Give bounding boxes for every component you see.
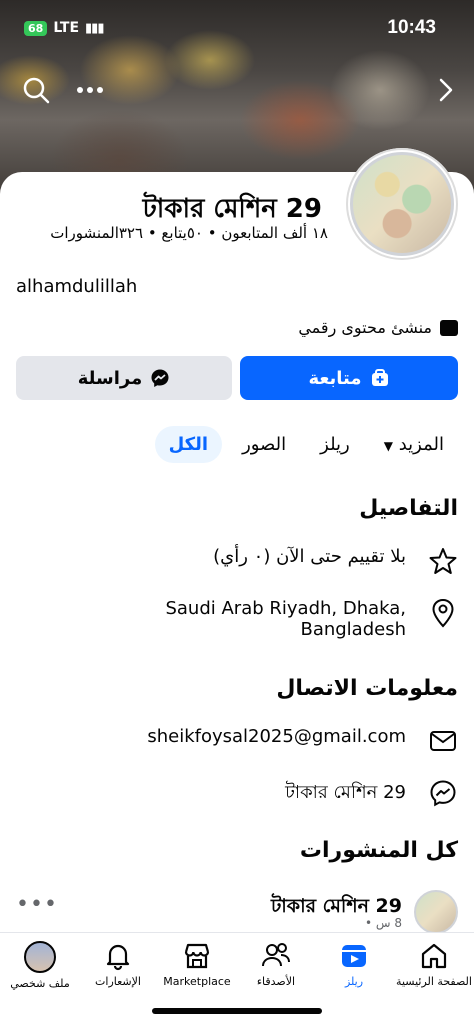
status-bar: 68 LTE ▮▮▮ 10:43 <box>0 0 474 56</box>
avatar[interactable] <box>346 148 458 260</box>
nav-reels[interactable]: ريلز <box>314 941 394 988</box>
rating-row[interactable]: بلا تقييم حتى الآن (٠ رأي) <box>213 546 458 576</box>
location-pin-icon <box>428 598 458 628</box>
profile-tabs: الكل الصور ريلز المزيد ▼ <box>154 426 458 463</box>
follow-label: متابعة <box>308 367 362 389</box>
profile-category: منشئ محتوى رقمي <box>298 318 458 337</box>
location-text: Saudi Arab Riyadh, Dhaka, Bangladesh <box>165 598 406 640</box>
post-avatar[interactable] <box>414 890 458 934</box>
profile-avatar-icon <box>24 941 56 973</box>
tab-photos[interactable]: الصور <box>228 426 300 463</box>
search-icon[interactable] <box>18 72 54 108</box>
email-icon <box>428 726 458 756</box>
bell-icon <box>106 944 130 971</box>
home-icon <box>421 943 447 969</box>
post-meta: 8 س • <box>365 916 402 930</box>
network-label: LTE <box>53 20 80 36</box>
messenger-row[interactable]: টাকার মেশিন 29 <box>285 778 458 809</box>
home-indicator <box>152 1008 322 1014</box>
rating-text: بلا تقييم حتى الآن (٠ رأي) <box>213 546 406 567</box>
chevron-right-icon[interactable] <box>428 72 464 108</box>
nav-home[interactable]: الصفحة الرئيسية <box>394 941 474 988</box>
tab-more[interactable]: المزيد ▼ <box>370 426 458 463</box>
nav-friends[interactable]: الأصدقاء <box>236 941 316 988</box>
profile-stats[interactable]: ١٨ ألف المتابعون • ٥٠يتابع • ٣٢٦المنشورا… <box>50 224 328 242</box>
message-label: مراسلة <box>77 367 143 389</box>
category-icon <box>440 319 458 336</box>
tab-all[interactable]: الكل <box>154 426 223 463</box>
nav-marketplace[interactable]: Marketplace <box>157 941 237 988</box>
follow-icon <box>371 369 388 386</box>
contact-title: معلومات الاتصال <box>276 676 458 701</box>
posts-title: كل المنشورات <box>299 838 458 863</box>
follow-button[interactable]: متابعة <box>240 356 458 400</box>
caret-down-icon: ▼ <box>383 439 393 453</box>
message-button[interactable]: مراسلة <box>16 356 232 400</box>
star-icon <box>428 546 458 576</box>
profile-bio: alhamdulillah <box>16 276 138 297</box>
email-text: sheikfoysal2025@gmail.com <box>147 726 406 747</box>
marketplace-icon <box>184 943 210 969</box>
post-more-icon[interactable]: ••• <box>16 892 58 917</box>
reels-icon <box>342 945 366 967</box>
email-row[interactable]: sheikfoysal2025@gmail.com <box>147 726 458 756</box>
location-row[interactable]: Saudi Arab Riyadh, Dhaka, Bangladesh <box>165 598 458 640</box>
nav-profile[interactable]: ملف شخصي <box>0 941 80 990</box>
more-options-icon[interactable] <box>72 72 108 108</box>
nav-notifications[interactable]: الإشعارات <box>78 941 158 988</box>
avatar-image <box>350 152 454 256</box>
friends-icon <box>262 943 290 967</box>
messenger-text: টাকার মেশিন 29 <box>285 782 406 803</box>
details-title: التفاصيل <box>359 496 458 521</box>
messenger-outline-icon <box>428 778 458 808</box>
clock: 10:43 <box>387 17 436 38</box>
signal-icon: ▮▮▮ <box>85 20 104 36</box>
battery-indicator: 68 <box>24 20 48 36</box>
messenger-icon <box>151 369 169 387</box>
post-header[interactable]: টাকার মেশিন 29 8 س • ••• <box>0 888 474 934</box>
tab-reels[interactable]: ريلز <box>306 426 364 463</box>
